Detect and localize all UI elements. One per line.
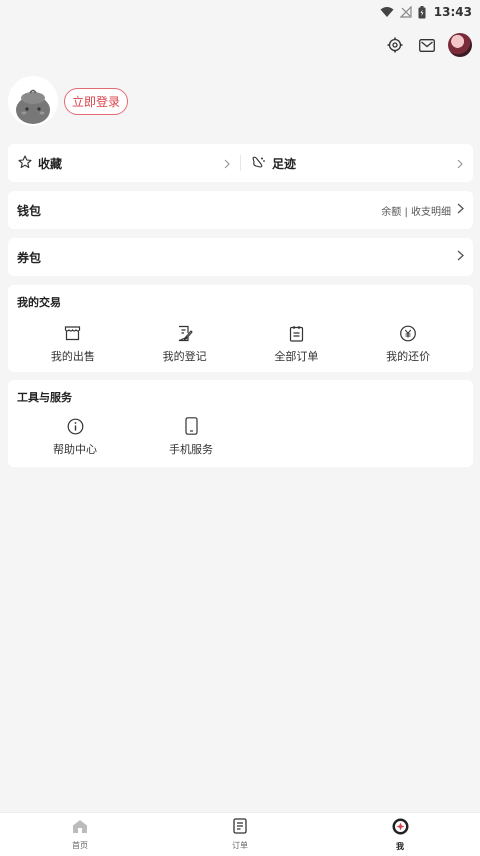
phone-service-item[interactable]: 手机服务 — [133, 417, 249, 457]
footprint-label: 足迹 — [272, 156, 297, 171]
tab-me[interactable]: 我 — [320, 813, 480, 856]
bottom-tab-bar: 首页 订单 我 — [0, 812, 480, 856]
item-label: 全部订单 — [274, 350, 319, 363]
all-orders-item[interactable]: 全部订单 — [241, 324, 353, 364]
register-icon — [176, 324, 193, 342]
tools-title: 工具与服务 — [17, 391, 72, 404]
help-center-item[interactable]: 帮助中心 — [17, 417, 133, 457]
tab-label: 首页 — [72, 840, 88, 850]
profile-section: 立即登录 — [8, 76, 129, 126]
phone-icon — [184, 417, 198, 435]
star-icon — [18, 154, 32, 173]
item-label: 我的出售 — [50, 350, 95, 363]
store-icon — [64, 324, 81, 342]
home-icon — [72, 819, 88, 838]
top-actions — [384, 32, 472, 58]
order-doc-icon — [233, 818, 247, 838]
tab-home[interactable]: 首页 — [0, 813, 160, 856]
info-icon — [67, 417, 84, 435]
mail-icon[interactable] — [416, 34, 438, 56]
footprint-entry[interactable]: 足迹 — [241, 144, 473, 182]
tab-label: 我 — [396, 841, 404, 851]
no-signal-icon — [399, 6, 412, 18]
collect-entry[interactable]: 收藏 — [8, 144, 240, 182]
tools-card: 工具与服务 帮助中心 手机服务 — [8, 380, 473, 467]
user-avatar[interactable] — [448, 33, 472, 57]
tab-label: 订单 — [232, 841, 248, 850]
wallet-title: 钱包 — [17, 203, 42, 218]
collect-label: 收藏 — [38, 156, 63, 171]
login-button[interactable]: 立即登录 — [64, 87, 129, 115]
chevron-right-icon — [457, 203, 464, 217]
item-label: 我的还价 — [386, 350, 431, 363]
favorites-card: 收藏 足迹 — [8, 144, 473, 182]
chevron-right-icon — [224, 154, 230, 173]
my-sales-item[interactable]: 我的出售 — [17, 324, 129, 364]
chevron-right-icon — [457, 154, 463, 173]
item-label: 手机服务 — [169, 443, 213, 456]
footprint-icon — [251, 154, 266, 173]
chevron-right-icon — [457, 250, 464, 264]
tab-orders[interactable]: 订单 — [160, 813, 320, 856]
wallet-detail: 余额 | 收支明细 — [381, 206, 451, 218]
me-icon — [392, 818, 409, 839]
status-bar: 13:43 — [0, 0, 480, 24]
settings-icon[interactable] — [384, 34, 406, 56]
coupon-title: 券包 — [17, 250, 42, 265]
battery-icon — [418, 5, 426, 19]
yen-bubble-icon — [399, 324, 417, 342]
status-time: 13:43 — [433, 5, 472, 19]
item-label: 我的登记 — [162, 350, 207, 363]
wallet-row[interactable]: 钱包 余额 | 收支明细 — [8, 191, 473, 229]
my-counteroffer-item[interactable]: 我的还价 — [352, 324, 464, 364]
coupon-row[interactable]: 券包 — [8, 238, 473, 276]
trade-title: 我的交易 — [17, 296, 61, 309]
my-register-item[interactable]: 我的登记 — [129, 324, 241, 364]
item-label: 帮助中心 — [53, 443, 97, 456]
wifi-icon — [380, 6, 394, 18]
orders-icon — [289, 324, 304, 342]
default-avatar[interactable] — [8, 76, 58, 126]
trade-card: 我的交易 我的出售 我的登记 全部订单 我的还价 — [8, 285, 473, 372]
